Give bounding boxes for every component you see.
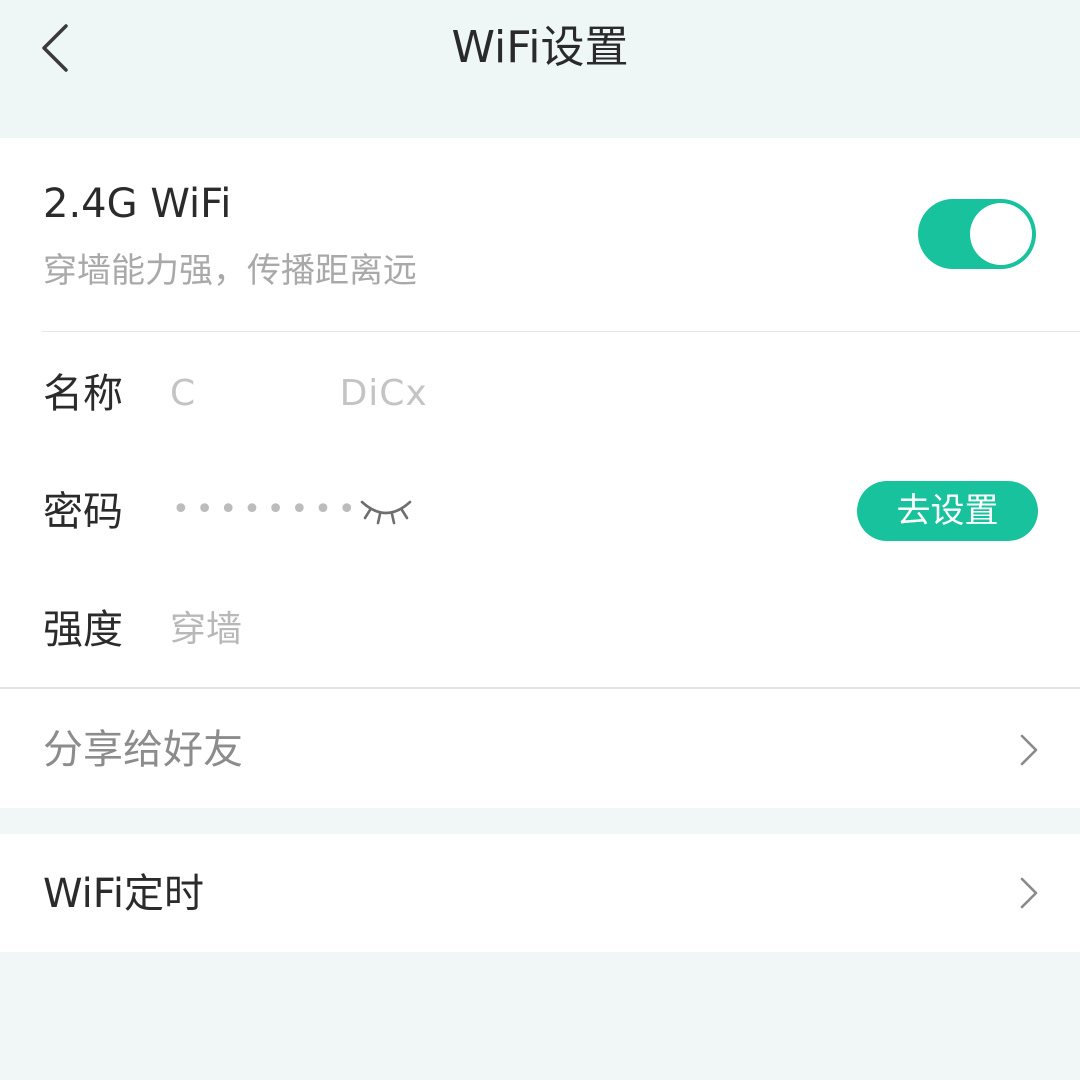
wifi-timer-label: WiFi定时	[43, 871, 204, 917]
wifi-band-description: 穿墙能力强，传播距离远	[43, 251, 417, 291]
password-label: 密码	[43, 489, 123, 535]
toggle-knob	[970, 203, 1032, 265]
password-mask: ••••••••	[172, 492, 362, 527]
wifi-name-value: C DiCx	[170, 373, 428, 414]
header-bar: WiFi设置	[0, 0, 1080, 138]
chevron-right-icon	[1020, 877, 1038, 909]
eye-closed-icon[interactable]	[356, 490, 416, 530]
share-with-friends-label: 分享给好友	[43, 727, 243, 773]
divider	[42, 331, 1080, 332]
chevron-right-icon	[1020, 734, 1038, 766]
strength-value: 穿墙	[170, 609, 243, 650]
go-set-password-button[interactable]: 去设置	[857, 481, 1038, 541]
wifi-band-name: 2.4G WiFi	[43, 181, 232, 227]
name-label: 名称	[43, 371, 123, 417]
strength-label: 强度	[43, 607, 123, 653]
wifi-enable-toggle[interactable]	[918, 199, 1036, 269]
page-title: WiFi设置	[451, 22, 629, 73]
